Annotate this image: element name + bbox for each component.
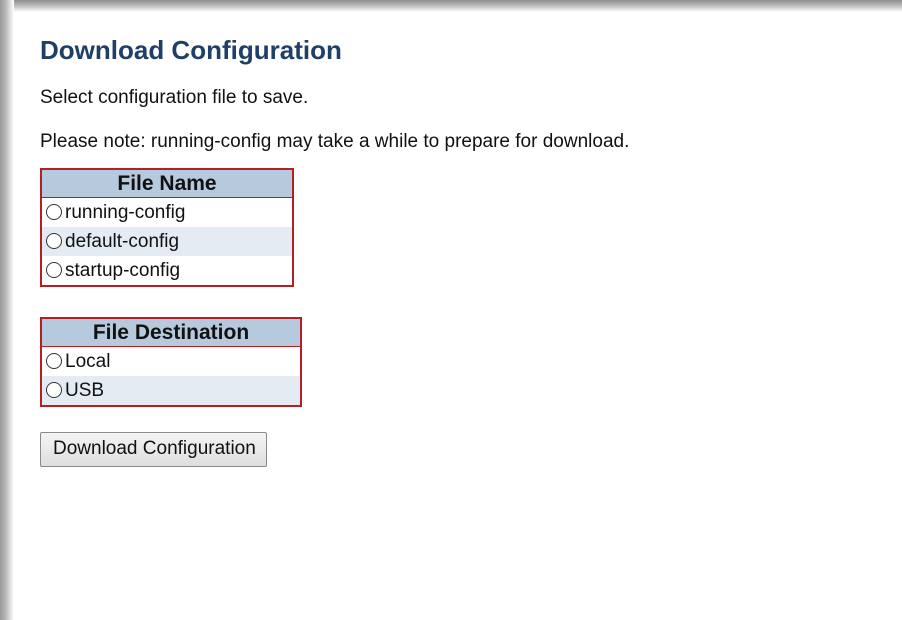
destination-option-local[interactable]: Local <box>41 346 301 376</box>
usb-radio[interactable] <box>46 381 62 398</box>
instruction-text: Select configuration file to save. <box>40 87 309 108</box>
table-row: running-config <box>41 197 293 227</box>
destination-option-usb[interactable]: USB <box>41 376 301 406</box>
table-row: Local <box>41 346 301 376</box>
window-frame-left <box>0 0 14 620</box>
default-config-radio[interactable] <box>46 232 62 249</box>
page-title: Download Configuration <box>40 35 342 65</box>
table-row: USB <box>41 376 301 406</box>
usb-label: USB <box>65 379 105 401</box>
running-config-radio[interactable] <box>46 203 62 220</box>
download-configuration-button[interactable]: Download Configuration <box>40 432 267 467</box>
startup-config-radio[interactable] <box>46 261 62 278</box>
file-option-default-config[interactable]: default-config <box>41 227 293 256</box>
note-text: Please note: running-config may take a w… <box>40 131 630 152</box>
running-config-label: running-config <box>65 201 186 223</box>
default-config-label: default-config <box>65 230 180 252</box>
startup-config-label: startup-config <box>65 259 181 281</box>
table-row: default-config <box>41 227 293 256</box>
file-option-startup-config[interactable]: startup-config <box>41 256 293 286</box>
file-destination-header: File Destination <box>41 318 301 347</box>
table-row: startup-config <box>41 256 293 286</box>
file-destination-table: File Destination Local USB <box>40 317 302 407</box>
file-option-running-config[interactable]: running-config <box>41 197 293 227</box>
local-label: Local <box>65 350 111 372</box>
file-name-table: File Name running-config default-config … <box>40 168 294 287</box>
window-frame-top <box>0 0 902 12</box>
download-config-panel: Download Configuration Select configurat… <box>40 30 900 467</box>
file-destination-header-row: File Destination <box>41 318 301 347</box>
file-name-header-row: File Name <box>41 169 293 198</box>
local-radio[interactable] <box>46 352 62 369</box>
file-name-header: File Name <box>41 169 293 198</box>
